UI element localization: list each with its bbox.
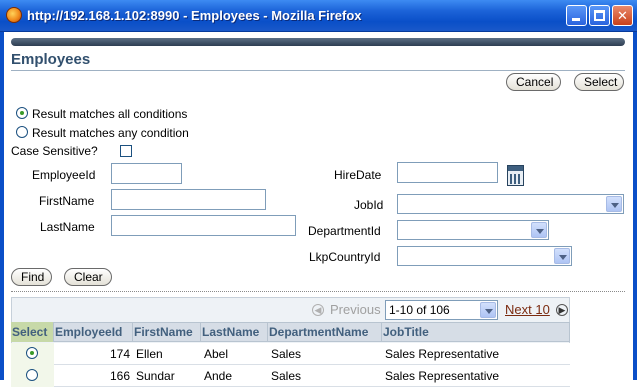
job-title-cell: Sales Representative	[385, 369, 500, 383]
match-all-label: Result matches all conditions	[32, 107, 188, 121]
range-value: 1-10 of 106	[389, 303, 450, 317]
maximize-button[interactable]	[589, 5, 610, 26]
window-title-bar[interactable]: http://192.168.1.102:8990 - Employees - …	[0, 0, 637, 32]
employee-id-input[interactable]	[111, 163, 182, 184]
last-name-label: LastName	[40, 220, 95, 234]
row-select-radio[interactable]	[26, 369, 38, 381]
department-cell: Sales	[271, 369, 302, 383]
lkp-country-id-label: LkpCountryId	[309, 250, 381, 264]
firefox-icon	[6, 7, 22, 23]
department-id-label: DepartmentId	[308, 224, 381, 238]
column-header-department-name[interactable]: DepartmentName	[268, 322, 382, 342]
minimize-button[interactable]	[566, 5, 587, 26]
previous-icon: ◀	[312, 304, 324, 316]
chevron-down-icon	[606, 196, 622, 212]
range-select[interactable]: 1-10 of 106	[385, 300, 498, 320]
window-frame-right	[633, 32, 637, 380]
job-title-cell: Sales Representative	[385, 347, 500, 361]
match-any-radio[interactable]	[16, 126, 28, 138]
match-any-label: Result matches any condition	[32, 126, 189, 140]
minimize-icon	[572, 18, 580, 21]
title-divider	[11, 70, 625, 71]
case-sensitive-checkbox[interactable]	[120, 145, 132, 157]
next-icon[interactable]: ▶	[556, 304, 568, 316]
row-select-radio[interactable]	[26, 347, 38, 359]
hire-date-input[interactable]	[397, 162, 498, 183]
page-title: Employees	[11, 51, 91, 68]
case-sensitive-label: Case Sensitive?	[11, 144, 98, 158]
find-button[interactable]: Find	[11, 268, 52, 286]
last-name-input[interactable]	[111, 215, 296, 236]
close-button[interactable]: ✕	[612, 5, 633, 26]
window-title: http://192.168.1.102:8990 - Employees - …	[27, 8, 362, 23]
first-name-input[interactable]	[111, 189, 266, 210]
maximize-icon	[594, 10, 605, 21]
previous-link: Previous	[330, 302, 381, 317]
column-header-first-name[interactable]: FirstName	[133, 322, 201, 342]
column-header-job-title[interactable]: JobTitle	[382, 322, 570, 342]
job-id-select[interactable]	[397, 194, 624, 214]
chevron-down-icon	[531, 222, 547, 238]
branding-bar	[11, 38, 625, 46]
last-name-cell: Ande	[204, 369, 233, 383]
section-divider	[11, 291, 625, 292]
match-all-radio[interactable]	[16, 107, 28, 119]
first-name-cell: Sundar	[136, 369, 175, 383]
column-header-last-name[interactable]: LastName	[201, 322, 268, 342]
chevron-down-icon	[480, 302, 496, 318]
department-cell: Sales	[271, 347, 302, 361]
last-name-cell: Abel	[204, 347, 229, 361]
first-name-cell: Ellen	[136, 347, 163, 361]
table-row: 166 Sundar Ande Sales Sales Representati…	[11, 365, 570, 387]
calendar-icon[interactable]	[507, 165, 524, 186]
employee-id-cell: 166	[109, 369, 130, 383]
employee-id-cell: 174	[109, 347, 130, 361]
next-link[interactable]: Next 10	[505, 302, 550, 317]
first-name-label: FirstName	[39, 194, 95, 208]
row-select-cell	[11, 343, 54, 365]
column-header-employee-id[interactable]: EmployeeId	[54, 322, 133, 342]
window-frame-left	[0, 32, 4, 380]
select-button[interactable]: Select	[574, 73, 624, 91]
hire-date-label: HireDate	[334, 168, 382, 182]
lkp-country-id-select[interactable]	[397, 246, 572, 266]
chevron-down-icon	[554, 248, 570, 264]
employee-id-label: EmployeeId	[32, 168, 96, 182]
clear-button[interactable]: Clear	[64, 268, 112, 286]
column-header-select: Select	[11, 322, 54, 342]
table-row: 174 Ellen Abel Sales Sales Representativ…	[11, 343, 570, 365]
row-select-cell	[11, 365, 54, 387]
cancel-button[interactable]: Cancel	[506, 73, 561, 91]
department-id-select[interactable]	[397, 220, 549, 240]
close-icon: ✕	[617, 8, 628, 23]
job-id-label: JobId	[354, 198, 384, 212]
